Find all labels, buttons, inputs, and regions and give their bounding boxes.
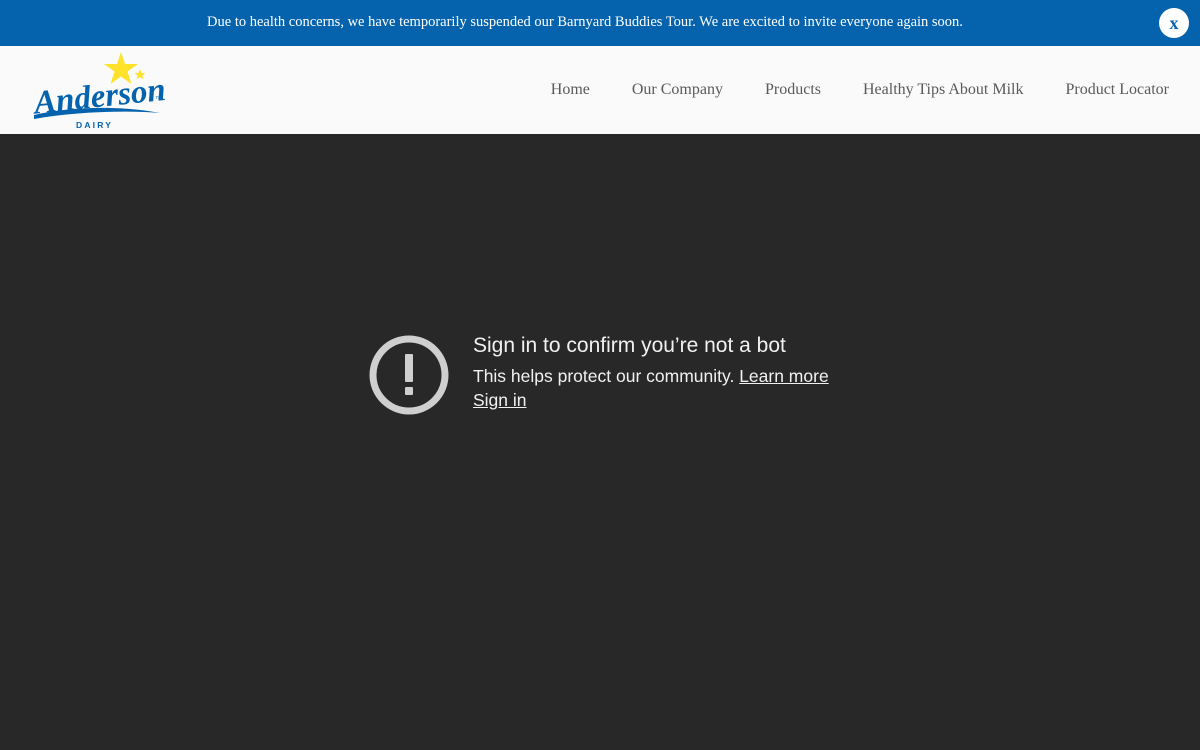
nav-our-company[interactable]: Our Company [611,81,744,99]
alert-circle-icon [369,335,449,415]
announcement-close-button[interactable]: x [1159,8,1189,38]
bot-check-notice: Sign in to confirm you’re not a bot This… [368,331,888,421]
main-nav: Home Our Company Products Healthy Tips A… [530,46,1190,134]
anderson-dairy-logo[interactable]: Anderson ™ DAIRY [28,49,168,131]
nav-product-locator[interactable]: Product Locator [1044,81,1190,99]
video-embed-area: Sign in to confirm you’re not a bot This… [0,134,1200,750]
logo-subtext: DAIRY [76,120,113,130]
logo-wordmark: Anderson [30,72,167,122]
announcement-text: Due to health concerns, we have temporar… [207,14,963,30]
sign-in-link[interactable]: Sign in [473,388,527,412]
logo-graphic: Anderson ™ DAIRY [30,52,167,130]
notice-body: This helps protect our community. Learn … [473,364,893,388]
logo-trademark: ™ [155,96,162,103]
site-header: Anderson ™ DAIRY Home Our Company Produc… [0,46,1200,134]
nav-products[interactable]: Products [744,81,842,99]
notice-body-text: This helps protect our community. [473,366,735,386]
notice-title: Sign in to confirm you’re not a bot [473,334,786,357]
nav-healthy-tips[interactable]: Healthy Tips About Milk [842,81,1044,99]
nav-home[interactable]: Home [530,81,611,99]
learn-more-link[interactable]: Learn more [739,366,829,386]
notice-text-block: Sign in to confirm you’re not a bot This… [473,331,893,412]
announcement-bar: Due to health concerns, we have temporar… [0,0,1200,46]
